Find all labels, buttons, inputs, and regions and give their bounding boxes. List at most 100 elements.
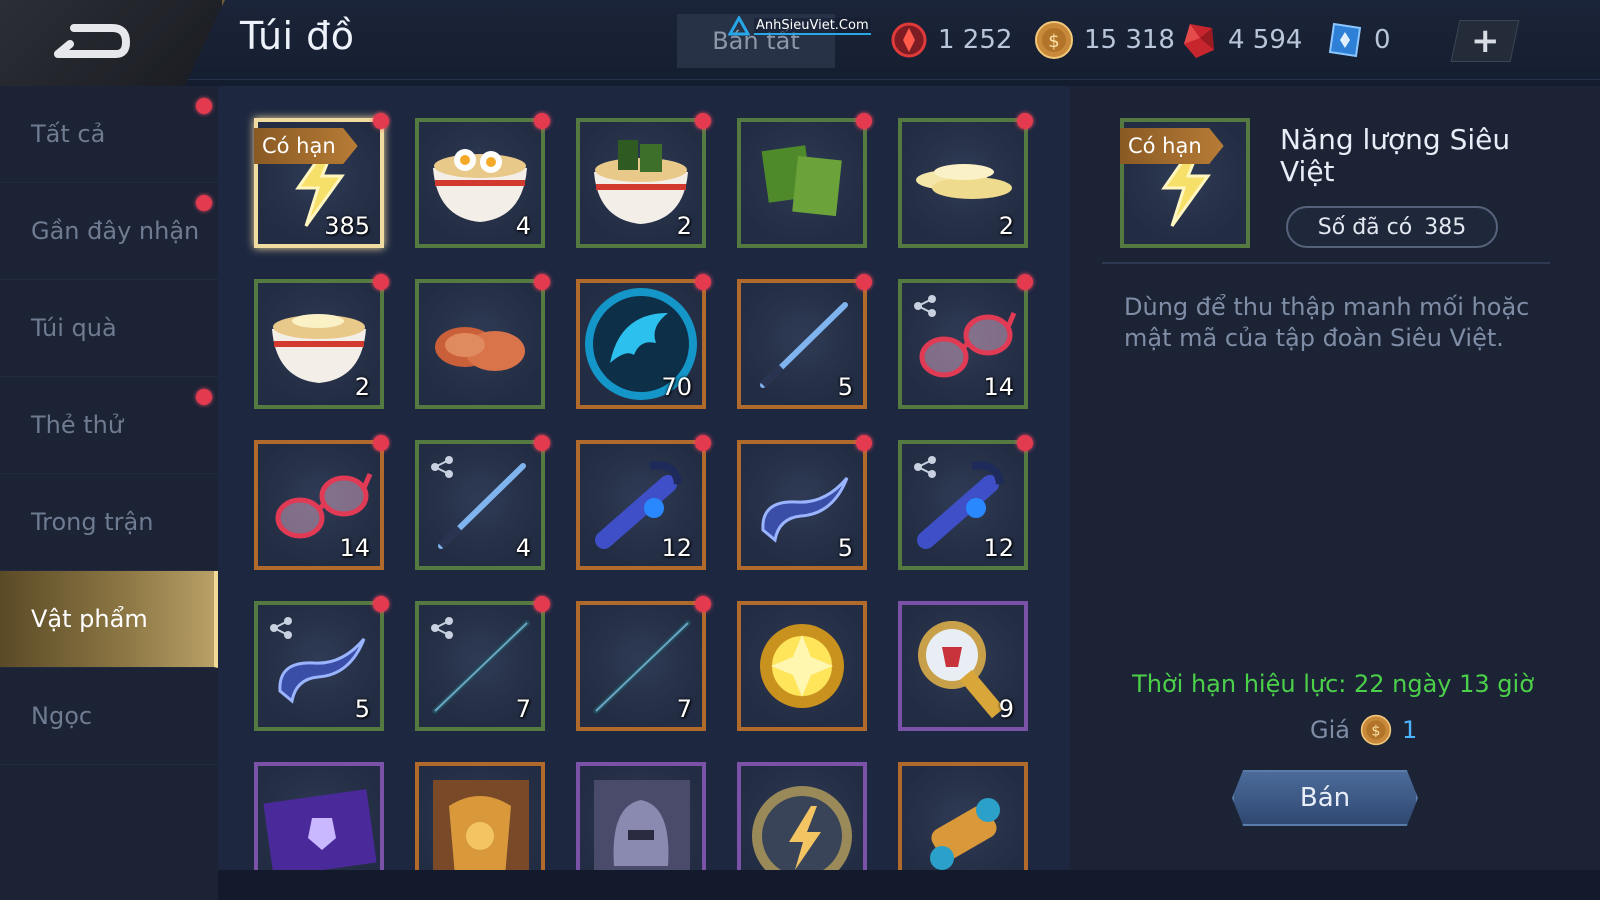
share-icon (431, 617, 453, 639)
inventory-slot[interactable]: 5 (254, 596, 389, 731)
sidebar-item-label: Trong trận (31, 508, 154, 536)
inventory-slot[interactable] (898, 762, 1028, 870)
sidebar-item-all[interactable]: Tất cả (0, 86, 218, 183)
item-count: 70 (661, 373, 692, 401)
sidebar-item-label: Tất cả (31, 120, 106, 148)
gold-coin-icon: $ (1360, 714, 1392, 746)
item-count: 2 (676, 212, 692, 240)
notification-dot (534, 596, 550, 612)
sidebar-item-gems[interactable]: Ngọc (0, 668, 218, 765)
lightning-medal-icon (752, 786, 852, 870)
currency-voucher-value: 0 (1374, 25, 1391, 55)
sidebar-item-gift-bags[interactable]: Túi quà (0, 280, 218, 377)
item-count: 14 (983, 373, 1014, 401)
notification-dot (856, 274, 872, 290)
svg-text:$: $ (1371, 724, 1380, 740)
sell-button[interactable]: Bán (1232, 770, 1418, 826)
currency-gem: 4 594 (1180, 20, 1302, 60)
inventory-slot[interactable]: 4 (415, 435, 550, 570)
share-icon (270, 617, 292, 639)
notification-dot (1017, 113, 1033, 129)
item-count: 2 (354, 373, 370, 401)
inventory-slot[interactable]: 7 (576, 596, 711, 731)
item-grid: Có hạn 385 4 2 2 2 70 5 14 14 4 12 5 12 5 7 7 9 (218, 86, 1070, 870)
sidebar-item-trial-cards[interactable]: Thẻ thử (0, 377, 218, 474)
inventory-slot[interactable]: 4 (415, 113, 550, 248)
owned-label: Số đã có (1317, 214, 1413, 240)
notification-dot (534, 113, 550, 129)
watermark: AnhSieuViet.Com (728, 14, 871, 38)
item-count: 9 (998, 695, 1014, 723)
item-count: 5 (354, 695, 370, 723)
inventory-slot[interactable] (737, 601, 867, 731)
inventory-slot[interactable] (415, 762, 545, 870)
sidebar-item-in-battle[interactable]: Trong trận (0, 474, 218, 571)
inventory-slot[interactable]: 2 (254, 274, 389, 409)
inventory-slot[interactable]: 70 (576, 274, 711, 409)
inventory-slot[interactable] (576, 762, 706, 870)
notification-dot (534, 274, 550, 290)
expiry-text: Thời hạn hiệu lực: 22 ngày 13 giờ (1132, 670, 1534, 698)
sidebar-item-label: Gần đây nhận (31, 217, 200, 245)
page-title: Túi đồ (240, 14, 355, 58)
notification-dot (373, 113, 389, 129)
limited-tag: Có hạn (254, 128, 358, 164)
inventory-slot[interactable]: 2 (576, 113, 711, 248)
plus-icon: + (1470, 21, 1500, 61)
inventory-slot[interactable]: 5 (737, 435, 872, 570)
gold-coin-icon: $ (1035, 21, 1073, 59)
sidebar-item-label: Ngọc (31, 702, 93, 730)
red-token-icon (891, 22, 927, 58)
inventory-slot[interactable] (254, 762, 384, 870)
item-detail-panel: Có hạn Năng lượng Siêu Việt Số đã có 385… (1070, 86, 1600, 870)
item-count: 12 (983, 534, 1014, 562)
inventory-slot[interactable]: 12 (898, 435, 1033, 570)
notification-dot (1017, 435, 1033, 451)
inventory-slot[interactable]: 14 (898, 274, 1033, 409)
meat-slices-icon (435, 327, 525, 371)
notification-dot (196, 389, 212, 405)
scroll-icon (930, 798, 1000, 870)
blue-voucher-icon (1328, 22, 1362, 58)
back-button[interactable] (0, 0, 225, 86)
svg-text:$: $ (1048, 31, 1059, 52)
sidebar-item-items[interactable]: Vật phẩm (0, 571, 218, 668)
inventory-slot[interactable]: 2 (898, 113, 1033, 248)
add-currency-button[interactable]: + (1450, 20, 1520, 62)
inventory-slot[interactable]: 5 (737, 274, 872, 409)
price-label: Giá (1310, 716, 1350, 744)
inventory-slot[interactable]: 9 (898, 601, 1028, 731)
notification-dot (196, 98, 212, 114)
sidebar-item-recent[interactable]: Gần đây nhận (0, 183, 218, 280)
seaweed-sheets-icon (761, 145, 842, 217)
price-row: Giá $ 1 (1310, 714, 1417, 746)
top-bar: Túi đồ Bán tất AnhSieuViet.Com 1 252 $ 1… (0, 0, 1600, 86)
item-count: 14 (339, 534, 370, 562)
item-count: 12 (661, 534, 692, 562)
item-description: Dùng để thu thập manh mối hoặc mật mã củ… (1124, 293, 1530, 353)
inventory-slot[interactable]: 12 (576, 435, 711, 570)
bottom-strip (218, 870, 1600, 900)
inventory-slot[interactable]: 14 (254, 435, 389, 570)
helmet-icon (594, 780, 690, 870)
inventory-slot[interactable]: 7 (415, 596, 550, 731)
currency-gold: $ 15 318 (1034, 20, 1175, 60)
currency-token-value: 1 252 (938, 25, 1013, 55)
triangle-logo-icon (728, 16, 750, 36)
inventory-slot[interactable]: Có hạn 385 (254, 113, 389, 248)
share-icon (914, 295, 936, 317)
item-count: 5 (837, 534, 853, 562)
share-icon (914, 456, 936, 478)
notification-dot (373, 435, 389, 451)
notification-dot (1017, 274, 1033, 290)
item-count: 4 (515, 534, 531, 562)
currency-gem-value: 4 594 (1228, 25, 1303, 55)
inventory-slot[interactable] (737, 762, 867, 870)
sidebar-item-label: Thẻ thử (31, 411, 124, 439)
category-sidebar: Tất cả Gần đây nhận Túi quà Thẻ thử Tron… (0, 86, 218, 900)
notification-dot (695, 596, 711, 612)
limited-tag: Có hạn (1120, 128, 1224, 164)
inventory-slot[interactable] (415, 274, 550, 409)
inventory-slot[interactable] (737, 113, 872, 248)
sidebar-item-label: Vật phẩm (31, 605, 148, 633)
